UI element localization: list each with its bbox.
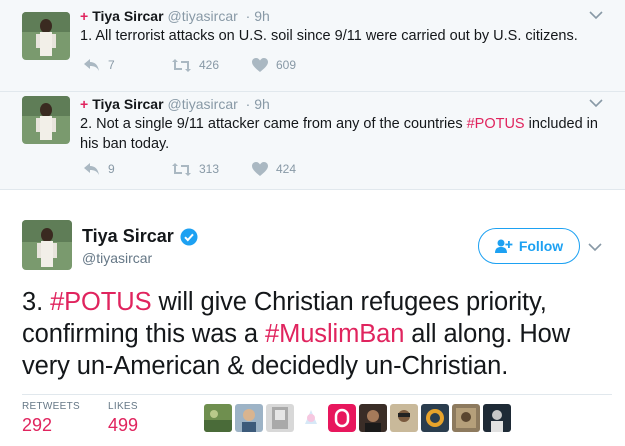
liker-avatar[interactable] [359, 404, 387, 432]
user-name[interactable]: Tiya Sircar [92, 96, 163, 112]
heart-icon [252, 162, 268, 176]
likes-stat[interactable]: LIKES 499 [108, 401, 138, 436]
like-button[interactable]: 424 [252, 162, 332, 176]
plus-icon: + [80, 8, 89, 24]
avatar[interactable] [22, 12, 70, 60]
thread-tweet-2[interactable]: + Tiya Sircar @tiyasircar · 9h 2. Not a si… [0, 92, 625, 190]
reply-icon [84, 162, 99, 175]
retweet-icon [172, 58, 191, 72]
heart-icon [252, 58, 268, 72]
liker-avatar[interactable] [452, 404, 480, 432]
reply-count: 7 [108, 58, 115, 72]
retweet-icon [172, 162, 191, 176]
retweet-count: 426 [199, 58, 220, 72]
tweet-text: 2. Not a single 9/11 attacker came from … [80, 116, 598, 152]
timestamp[interactable]: · 9h [246, 8, 270, 24]
verified-badge-icon [180, 228, 198, 245]
retweets-value: 292 [22, 415, 53, 435]
tweet-actions: 7 426 609 [84, 58, 332, 72]
tweet-actions: 9 313 424 [84, 162, 332, 176]
liker-avatar[interactable] [204, 404, 232, 432]
liker-avatar[interactable] [483, 404, 511, 432]
retweets-stat[interactable]: RETWEETS 292 [22, 401, 80, 436]
main-tweet: Tiya Sircar @tiyasircar Follow 3. #POTUS… [0, 190, 625, 446]
reply-icon [84, 58, 99, 71]
liker-avatar[interactable] [328, 404, 356, 432]
like-button[interactable]: 609 [252, 58, 332, 72]
liker-avatar[interactable] [266, 404, 294, 432]
retweet-button[interactable]: 426 [172, 58, 252, 72]
hashtag-link[interactable]: #POTUS [467, 116, 525, 132]
liker-avatar[interactable] [235, 404, 263, 432]
chevron-down-icon[interactable] [589, 10, 603, 20]
liker-avatar[interactable] [297, 404, 325, 432]
retweets-label: RETWEETS [22, 401, 80, 412]
likes-label: LIKES [108, 401, 138, 412]
tweet-text: 3. #POTUS will give Christian refugees p… [22, 288, 571, 380]
like-count: 609 [276, 58, 297, 72]
user-handle[interactable]: @tiyasircar [168, 96, 238, 112]
liker-avatars [204, 404, 511, 432]
reply-button[interactable]: 9 [84, 162, 172, 176]
reply-button[interactable]: 7 [84, 58, 172, 72]
chevron-down-icon[interactable] [588, 242, 602, 252]
reply-count: 9 [108, 162, 115, 176]
add-user-icon [494, 239, 513, 253]
follow-label: Follow [518, 238, 564, 254]
user-handle[interactable]: @tiyasircar [168, 8, 238, 24]
retweet-button[interactable]: 313 [172, 162, 252, 176]
retweet-count: 313 [199, 162, 220, 176]
chevron-down-icon[interactable] [589, 98, 603, 108]
avatar[interactable] [22, 96, 70, 144]
user-handle[interactable]: @tiyasircar [82, 250, 152, 266]
plus-icon: + [80, 96, 89, 112]
liker-avatar[interactable] [421, 404, 449, 432]
follow-button[interactable]: Follow [478, 228, 580, 264]
liker-avatar[interactable] [390, 404, 418, 432]
tweet-text: 1. All terrorist attacks on U.S. soil si… [80, 28, 578, 44]
thread-tweet-1[interactable]: + Tiya Sircar @tiyasircar · 9h 1. All terr… [0, 0, 625, 92]
divider [22, 394, 612, 395]
hashtag-link[interactable]: #MuslimBan [265, 320, 404, 348]
like-count: 424 [276, 162, 297, 176]
tweet-header: + Tiya Sircar @tiyasircar · 9h [80, 8, 270, 24]
tweet-header: + Tiya Sircar @tiyasircar · 9h [80, 96, 270, 112]
likes-value: 499 [108, 415, 139, 435]
avatar[interactable] [22, 220, 72, 270]
hashtag-link[interactable]: #POTUS [50, 288, 152, 316]
user-name[interactable]: Tiya Sircar [82, 226, 198, 247]
timestamp[interactable]: · 9h [246, 96, 270, 112]
user-name[interactable]: Tiya Sircar [92, 8, 163, 24]
